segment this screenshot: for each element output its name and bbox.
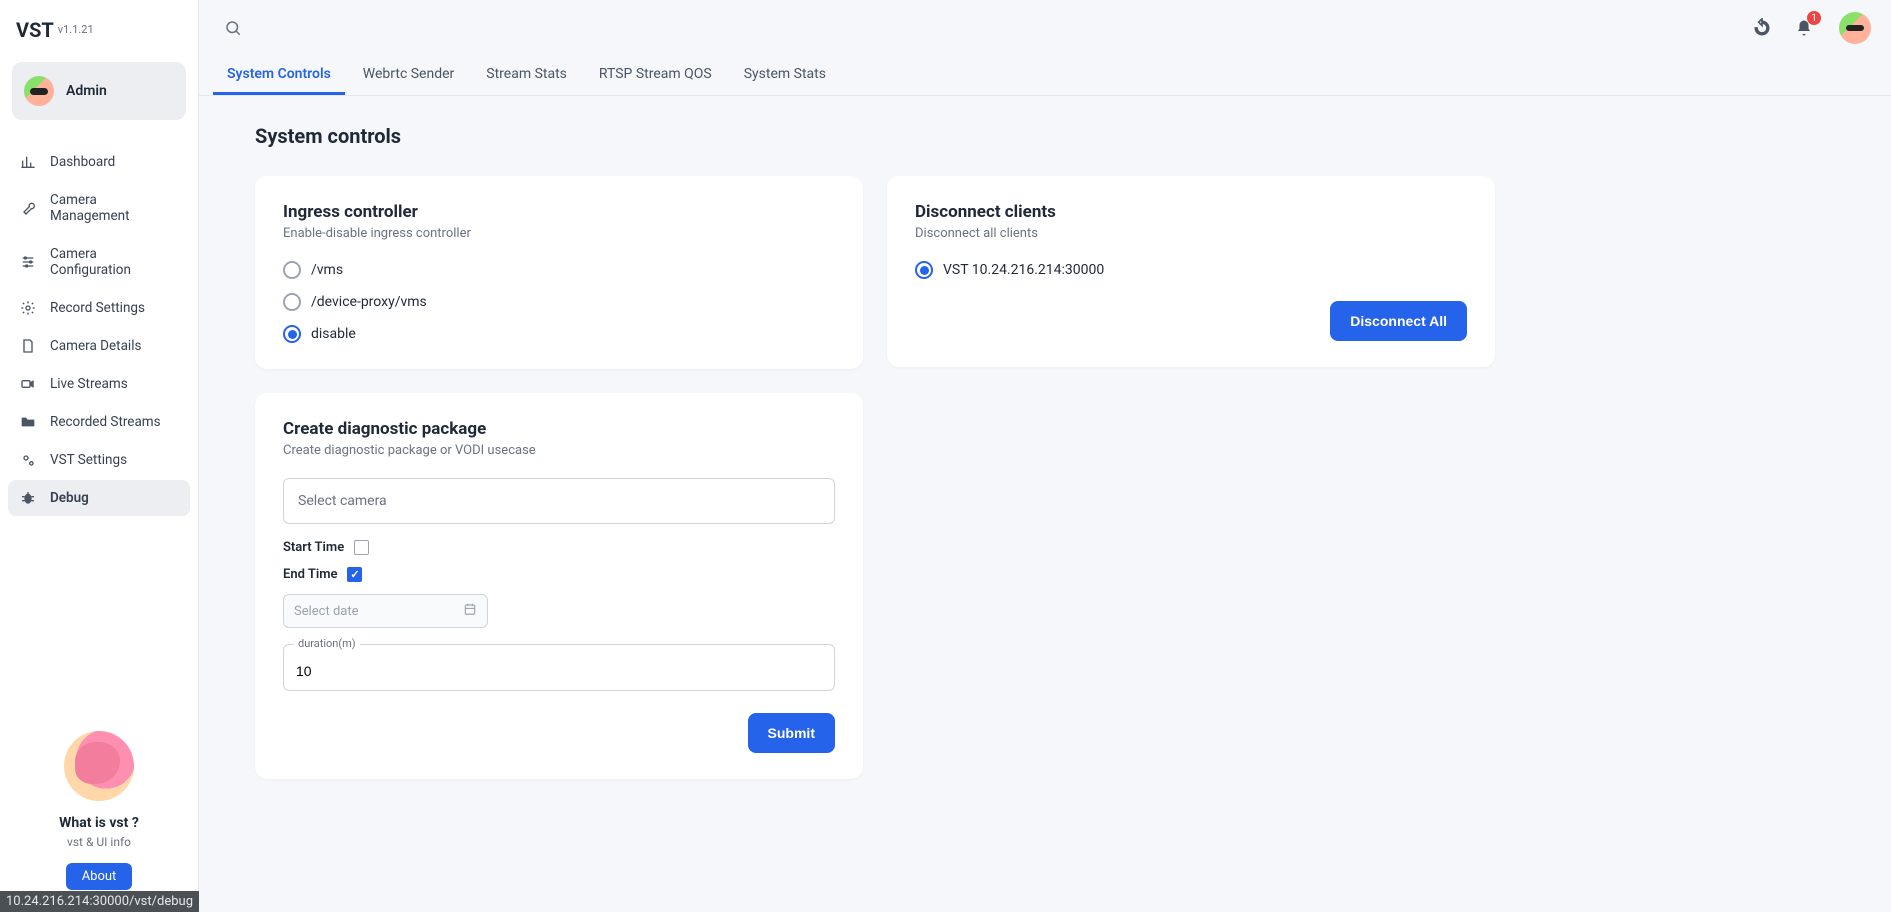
document-icon — [20, 338, 36, 354]
submit-button[interactable]: Submit — [748, 713, 835, 753]
cogs-icon — [20, 452, 36, 468]
duration-input[interactable] — [296, 663, 822, 679]
calendar-icon — [463, 602, 477, 620]
tabs: System Controls Webrtc Sender Stream Sta… — [199, 48, 1891, 96]
radio-label: /vms — [311, 262, 343, 278]
tab-stream-stats[interactable]: Stream Stats — [472, 56, 581, 95]
card-diagnostic: Create diagnostic package Create diagnos… — [255, 393, 863, 779]
brand-name: VST — [16, 18, 54, 42]
date-input[interactable]: Select date — [283, 594, 488, 628]
sidebar-footer: What is vst ? vst & UI info About — [8, 731, 190, 900]
disconnect-sub: Disconnect all clients — [915, 226, 1467, 241]
brand-version: v1.1.21 — [58, 23, 94, 36]
card-ingress: Ingress controller Enable-disable ingres… — [255, 176, 863, 369]
end-time-checkbox[interactable] — [347, 567, 362, 582]
top-avatar[interactable] — [1839, 12, 1871, 44]
diag-sub: Create diagnostic package or VODI usecas… — [283, 443, 835, 458]
gear-icon — [20, 300, 36, 316]
footer-avatar-icon — [64, 731, 134, 801]
sidebar-item-debug[interactable]: Debug — [8, 480, 190, 516]
tab-rtsp-stream-qos[interactable]: RTSP Stream QOS — [585, 56, 726, 95]
ingress-option-vms[interactable]: /vms — [283, 261, 835, 279]
sidebar-item-label: Camera Details — [50, 338, 141, 354]
footer-title: What is vst ? — [16, 815, 182, 831]
end-time-row: End Time — [283, 567, 835, 582]
start-time-checkbox[interactable] — [354, 540, 369, 555]
video-icon — [20, 376, 36, 392]
tab-system-stats[interactable]: System Stats — [730, 56, 840, 95]
notification-badge: 1 — [1807, 11, 1821, 25]
status-url: 10.24.216.214:30000/vst/debug — [0, 891, 199, 912]
sidebar-item-label: Camera Configuration — [50, 246, 178, 278]
folder-icon — [20, 414, 36, 430]
sidebar-item-camera-configuration[interactable]: Camera Configuration — [8, 236, 190, 288]
bell-icon[interactable]: 1 — [1789, 13, 1819, 43]
sidebar: VST v1.1.21 Admin Dashboard Camera Manag… — [0, 0, 199, 912]
ingress-radio-group: /vms /device-proxy/vms disable — [283, 261, 835, 343]
sidebar-item-dashboard[interactable]: Dashboard — [8, 144, 190, 180]
footer-sub: vst & UI info — [16, 835, 182, 849]
sidebar-item-label: Recorded Streams — [50, 414, 161, 430]
sidebar-item-recorded-streams[interactable]: Recorded Streams — [8, 404, 190, 440]
date-placeholder: Select date — [294, 604, 359, 619]
sidebar-item-record-settings[interactable]: Record Settings — [8, 290, 190, 326]
nav: Dashboard Camera Management Camera Confi… — [8, 144, 190, 516]
sidebar-item-label: Debug — [50, 490, 89, 506]
ingress-sub: Enable-disable ingress controller — [283, 226, 835, 241]
chart-icon — [20, 154, 36, 170]
tab-system-controls[interactable]: System Controls — [213, 56, 345, 95]
sidebar-item-live-streams[interactable]: Live Streams — [8, 366, 190, 402]
bug-icon — [20, 490, 36, 506]
radio-label: VST 10.24.216.214:30000 — [943, 262, 1104, 278]
sidebar-item-camera-details[interactable]: Camera Details — [8, 328, 190, 364]
radio-icon[interactable] — [283, 261, 301, 279]
sidebar-item-label: Record Settings — [50, 300, 145, 316]
avatar-icon — [24, 76, 54, 106]
sidebar-item-vst-settings[interactable]: VST Settings — [8, 442, 190, 478]
diag-title: Create diagnostic package — [283, 419, 835, 439]
duration-input-wrap[interactable]: duration(m) — [283, 644, 835, 691]
main: 1 System Controls Webrtc Sender Stream S… — [199, 0, 1891, 912]
user-card[interactable]: Admin — [12, 62, 186, 120]
disconnect-title: Disconnect clients — [915, 202, 1467, 222]
sidebar-item-label: Camera Management — [50, 192, 178, 224]
radio-icon[interactable] — [283, 325, 301, 343]
user-name: Admin — [66, 83, 107, 99]
sliders-icon — [20, 254, 36, 270]
select-camera[interactable]: Select camera — [283, 478, 835, 524]
section-title: System controls — [255, 124, 1851, 148]
ingress-title: Ingress controller — [283, 202, 835, 222]
tab-webrtc-sender[interactable]: Webrtc Sender — [349, 56, 469, 95]
sidebar-item-label: VST Settings — [50, 452, 127, 468]
radio-label: /device-proxy/vms — [311, 294, 427, 310]
wrench-icon — [20, 200, 36, 216]
start-time-label: Start Time — [283, 540, 344, 555]
search-icon[interactable] — [219, 14, 247, 42]
radio-icon[interactable] — [283, 293, 301, 311]
sync-icon[interactable] — [1747, 13, 1777, 43]
ingress-option-device-proxy[interactable]: /device-proxy/vms — [283, 293, 835, 311]
topbar: 1 — [199, 0, 1891, 44]
about-button[interactable]: About — [66, 863, 133, 890]
disconnect-all-button[interactable]: Disconnect All — [1330, 301, 1467, 341]
ingress-option-disable[interactable]: disable — [283, 325, 835, 343]
end-time-label: End Time — [283, 567, 337, 582]
duration-label: duration(m) — [294, 637, 360, 650]
sidebar-item-label: Dashboard — [50, 154, 115, 170]
radio-icon[interactable] — [915, 261, 933, 279]
content: System controls Ingress controller Enabl… — [199, 96, 1891, 819]
sidebar-item-label: Live Streams — [50, 376, 128, 392]
start-time-row: Start Time — [283, 540, 835, 555]
sidebar-item-camera-management[interactable]: Camera Management — [8, 182, 190, 234]
card-disconnect: Disconnect clients Disconnect all client… — [887, 176, 1495, 367]
brand: VST v1.1.21 — [8, 12, 190, 56]
disconnect-option[interactable]: VST 10.24.216.214:30000 — [915, 261, 1467, 279]
radio-label: disable — [311, 326, 356, 342]
